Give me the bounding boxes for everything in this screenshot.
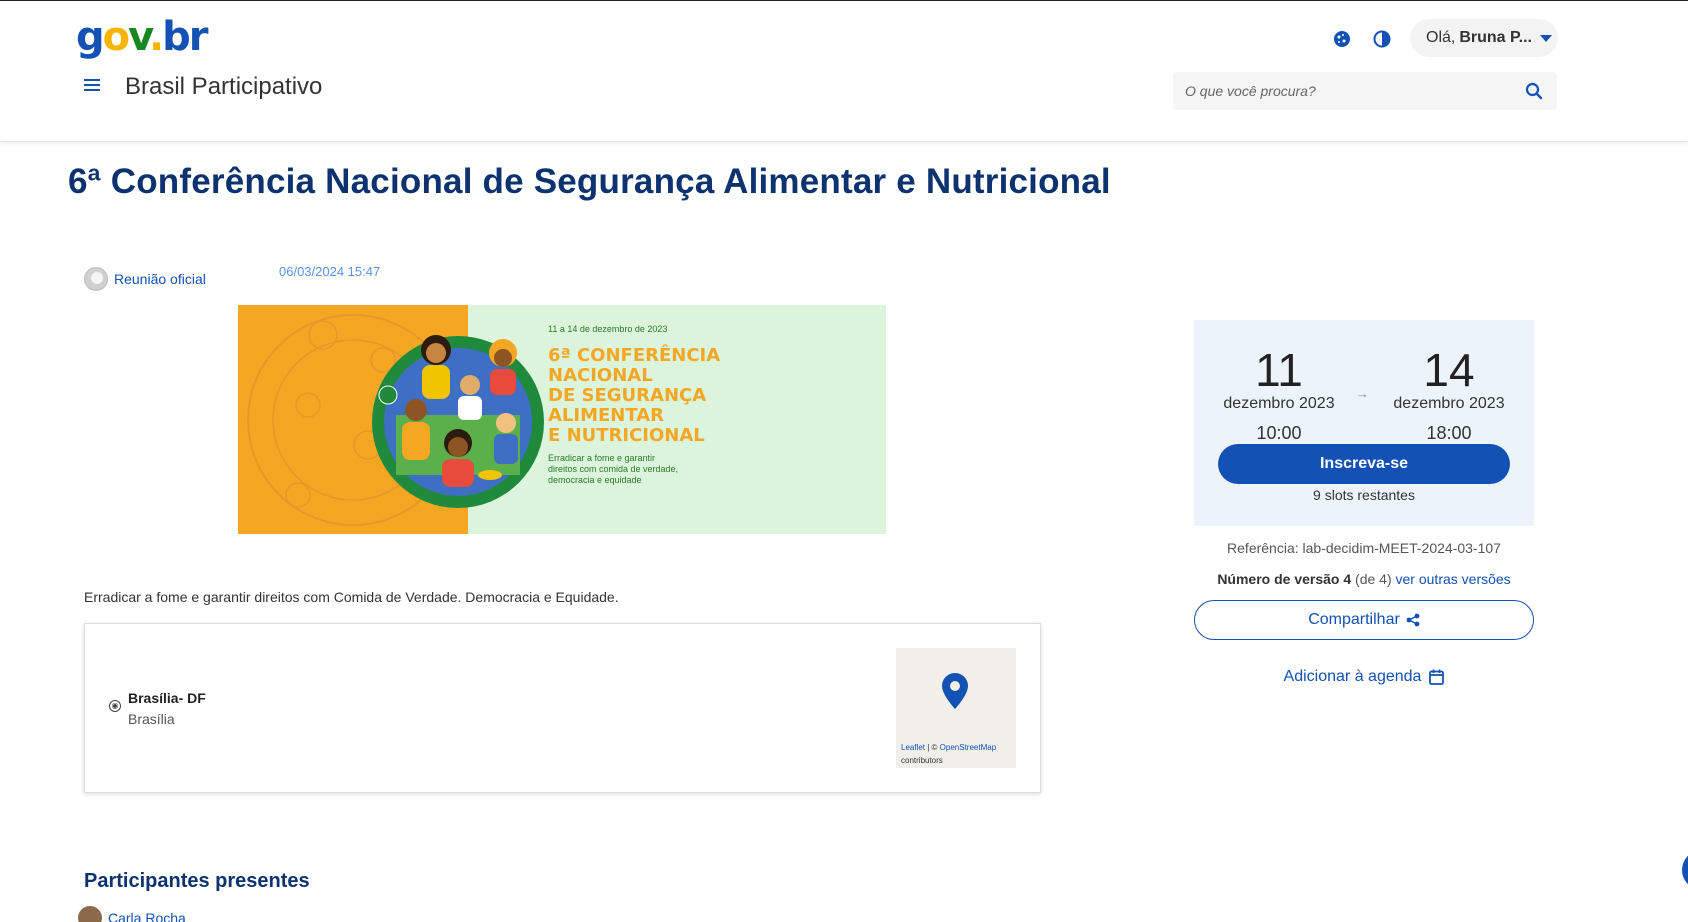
agenda-label: Adicionar à agenda — [1283, 668, 1422, 685]
svg-text:Erradicar a fome e garantir: Erradicar a fome e garantir — [548, 453, 655, 463]
site-title[interactable]: Brasil Participativo — [125, 73, 322, 101]
svg-text:democracia e equidade: democracia e equidade — [548, 475, 642, 485]
avatar — [78, 906, 102, 922]
avatar — [84, 267, 108, 291]
published-date: 06/03/2024 15:47 — [279, 264, 381, 279]
meeting-description: Erradicar a fome e garantir direitos com… — [84, 589, 619, 605]
govbr-logo[interactable]: gov.br — [76, 15, 208, 59]
svg-text:11 a 14 de dezembro de 2023: 11 a 14 de dezembro de 2023 — [548, 324, 667, 334]
cookie-icon[interactable] — [1330, 27, 1354, 51]
osm-link[interactable]: OpenStreetMap — [940, 743, 996, 752]
share-button[interactable]: Compartilhar — [1194, 600, 1534, 640]
version-info: Número de versão 4 (de 4) ver outras ver… — [1217, 571, 1511, 587]
author[interactable]: Reunião oficial — [84, 267, 206, 291]
svg-text:ALIMENTAR: ALIMENTAR — [548, 405, 664, 426]
address-title: Brasília- DF — [128, 690, 206, 706]
svg-text:DE SEGURANÇA: DE SEGURANÇA — [548, 385, 706, 406]
event-banner: 11 a 14 de dezembro de 2023 6ª CONFERÊNC… — [238, 305, 886, 534]
register-button[interactable]: Inscreva-se — [1218, 444, 1510, 484]
add-to-calendar-link[interactable]: Adicionar à agenda — [1194, 668, 1534, 686]
calendar-icon — [1429, 669, 1445, 685]
author-name[interactable]: Reunião oficial — [114, 271, 206, 287]
end-date: 14 dezembro 2023 18:00 — [1379, 346, 1519, 444]
search-icon[interactable] — [1525, 82, 1543, 105]
end-day: 14 — [1423, 344, 1475, 396]
start-time: 10:00 — [1256, 423, 1302, 443]
arrow-right-icon: → — [1356, 386, 1369, 401]
user-greeting: Olá, — [1426, 29, 1456, 46]
reference-code: Referência: lab-decidim-MEET-2024-03-107 — [1227, 540, 1501, 556]
menu-icon[interactable] — [84, 75, 104, 95]
leaflet-link[interactable]: Leaflet — [901, 743, 925, 752]
user-name: Bruna P... — [1459, 29, 1532, 46]
contrast-icon[interactable] — [1370, 27, 1394, 51]
map-attribution: Leaflet | © OpenStreetMap contributors — [901, 743, 997, 765]
other-versions-link[interactable]: ver outras versões — [1396, 571, 1511, 587]
slots-remaining: 9 slots restantes — [1313, 487, 1415, 503]
participant-name[interactable]: Carla Rocha — [108, 910, 186, 922]
svg-text:E NUTRICIONAL: E NUTRICIONAL — [548, 425, 705, 446]
user-menu-button[interactable]: Olá, Bruna P... — [1410, 19, 1558, 57]
version-number: Número de versão 4 — [1217, 571, 1352, 587]
participants-heading: Participantes presentes — [84, 870, 310, 892]
start-day: 11 — [1255, 344, 1303, 396]
svg-text:6ª CONFERÊNCIA: 6ª CONFERÊNCIA — [548, 344, 720, 366]
share-icon — [1406, 613, 1420, 627]
search-input[interactable] — [1173, 72, 1513, 110]
participant-item[interactable]: Carla Rocha — [78, 906, 186, 922]
end-time: 18:00 — [1426, 423, 1472, 443]
page-title: 6ª Conferência Nacional de Segurança Ali… — [68, 162, 1111, 201]
address-subtitle: Brasília — [128, 711, 175, 727]
site-header: gov.br Brasil Participativo Olá, Bruna P… — [0, 1, 1688, 142]
date-card: 11 dezembro 2023 10:00 → 14 dezembro 202… — [1194, 320, 1534, 526]
svg-text:direitos com comida de verdade: direitos com comida de verdade, — [548, 464, 678, 474]
start-date: 11 dezembro 2023 10:00 — [1209, 346, 1349, 444]
map-pin-icon[interactable] — [942, 673, 968, 709]
end-month: dezembro 2023 — [1393, 395, 1505, 412]
search-bar — [1173, 72, 1557, 110]
caret-down-icon — [1539, 34, 1552, 42]
address-card: ◉ Brasília- DF Brasília Leaflet | © Open… — [84, 623, 1041, 793]
start-month: dezembro 2023 — [1223, 395, 1335, 412]
location-icon: ◉ — [109, 700, 121, 712]
map-preview[interactable]: Leaflet | © OpenStreetMap contributors — [896, 648, 1016, 768]
help-chat-button[interactable] — [1682, 850, 1688, 890]
svg-text:NACIONAL: NACIONAL — [548, 365, 653, 386]
share-label: Compartilhar — [1308, 611, 1400, 628]
